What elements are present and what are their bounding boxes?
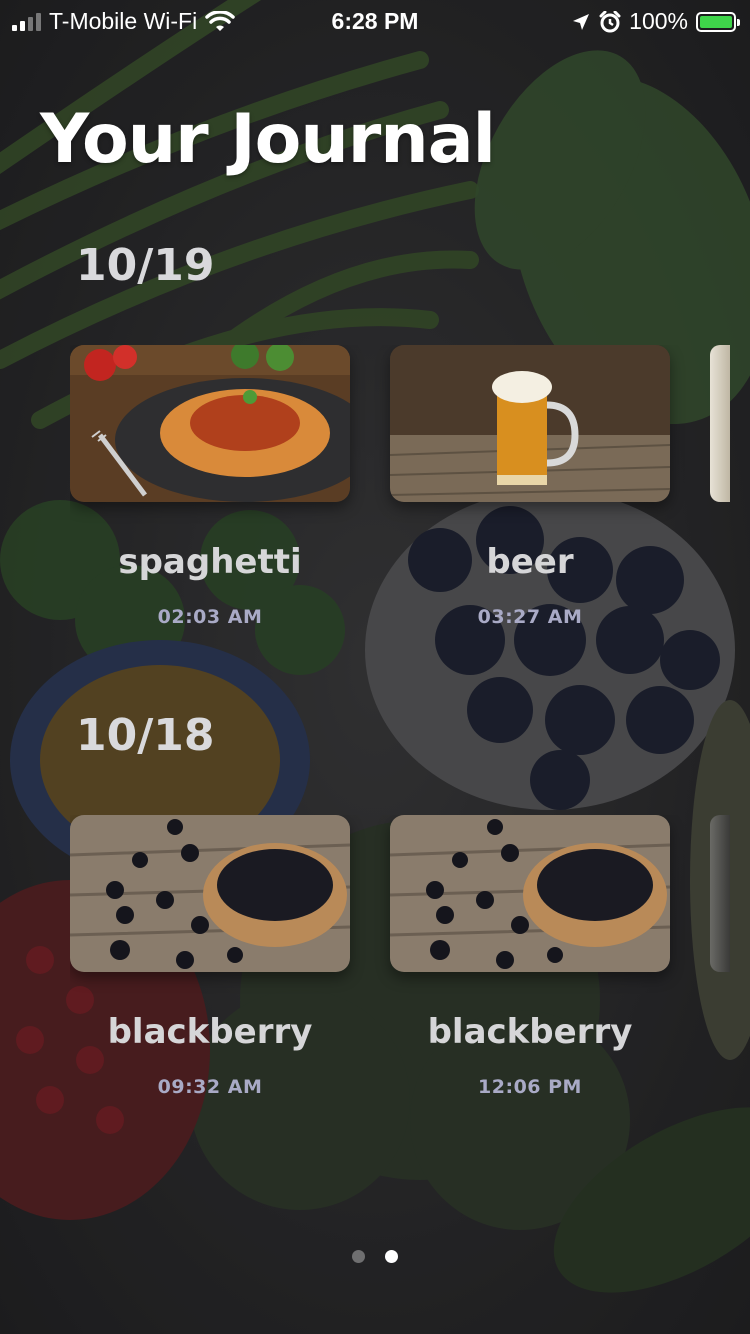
entry-time: 02:03 AM <box>157 606 263 628</box>
entry-name: blackberry <box>427 1012 633 1052</box>
entry-time: 12:06 PM <box>478 1076 582 1098</box>
beer-image <box>390 345 670 502</box>
page-dot[interactable] <box>352 1250 365 1263</box>
battery-fill <box>700 15 732 28</box>
background-food-photo <box>0 0 750 1334</box>
entry-time: 03:27 AM <box>477 606 583 628</box>
status-right: 100% <box>571 8 740 35</box>
journal-entry-card[interactable]: spaghetti 02:03 AM <box>70 345 350 628</box>
alarm-icon <box>599 10 621 32</box>
entry-name: beer <box>486 542 574 582</box>
battery-icon <box>696 11 740 32</box>
next-card-peek[interactable] <box>710 815 730 972</box>
entries-carousel[interactable]: blackberry 09:32 AM blackberry 12:06 PM <box>70 815 750 1098</box>
blackberry-image <box>390 815 670 972</box>
background-overlay <box>0 0 750 1334</box>
status-bar: T-Mobile Wi-Fi 6:28 PM 100% <box>0 0 750 40</box>
entry-name: spaghetti <box>118 542 302 582</box>
battery-percent: 100% <box>629 8 688 34</box>
entry-time: 09:32 AM <box>157 1076 263 1098</box>
blackberry-image <box>70 815 350 972</box>
page-indicator[interactable] <box>0 1250 750 1263</box>
journal-entry-card[interactable]: blackberry 09:32 AM <box>70 815 350 1098</box>
section-date: 10/19 <box>76 240 215 291</box>
spaghetti-image <box>70 345 350 502</box>
beer-photo <box>390 345 670 502</box>
entries-carousel[interactable]: spaghetti 02:03 AM beer 03:27 AM <box>70 345 750 628</box>
spaghetti-photo <box>70 345 350 502</box>
journal-entry-card[interactable]: blackberry 12:06 PM <box>390 815 670 1098</box>
page-title: Your Journal <box>40 100 496 179</box>
section-date: 10/18 <box>76 710 215 761</box>
blackberry-photo <box>70 815 350 972</box>
location-icon <box>573 13 590 30</box>
journal-entry-card[interactable]: beer 03:27 AM <box>390 345 670 628</box>
page-dot-active[interactable] <box>385 1250 398 1263</box>
blackberry-photo <box>390 815 670 972</box>
entry-name: blackberry <box>107 1012 313 1052</box>
next-card-peek[interactable] <box>710 345 730 502</box>
